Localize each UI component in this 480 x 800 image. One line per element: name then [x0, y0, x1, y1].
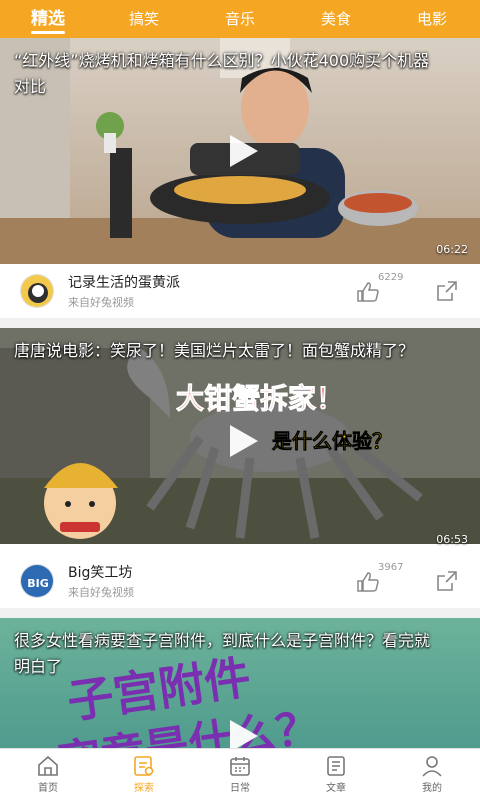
video-card: “红外线”烧烤机和烤箱有什么区别？小伙花400购买个机器对比 06:22 记录生… [0, 38, 480, 328]
author-name[interactable]: 记录生活的蛋黄派 [68, 272, 180, 292]
like-count: 6229 [378, 272, 404, 283]
video-title: “红外线”烧烤机和烤箱有什么区别？小伙花400购买个机器对比 [14, 51, 430, 96]
share-icon[interactable] [436, 570, 458, 592]
video-feed[interactable]: “红外线”烧烤机和烤箱有什么区别？小伙花400购买个机器对比 06:22 记录生… [0, 38, 480, 748]
nav-label: 首页 [38, 783, 58, 794]
thumbs-up-icon[interactable] [356, 572, 380, 592]
nav-label: 我的 [422, 783, 442, 794]
video-title: 很多女性看病要查子宫附件，到底什么是子宫附件？看完就明白了 [14, 631, 431, 676]
home-icon [38, 755, 58, 776]
top-category-bar: 精选 搞笑 音乐 美食 电影 [0, 0, 480, 38]
article-icon [327, 756, 345, 776]
source-label: 来自好兔视频 [68, 296, 134, 309]
thumbs-up-icon[interactable] [356, 282, 380, 302]
play-icon[interactable] [230, 135, 258, 167]
video-thumbnail[interactable]: “红外线”烧烤机和烤箱有什么区别？小伙花400购买个机器对比 06:22 [0, 38, 480, 264]
video-duration: 06:53 [436, 533, 468, 546]
nav-profile[interactable]: 我的 [384, 749, 480, 800]
thumbnail-headline: 大钳蟹拆家！ 是什么体验？ [176, 382, 392, 454]
video-meta-row: BIG Big笑工坊 来自好兔视频 3967 [0, 554, 480, 618]
nav-home[interactable]: 首页 [0, 749, 96, 800]
like-count: 3967 [378, 562, 404, 573]
avatar[interactable] [20, 274, 54, 308]
tab-funny[interactable]: 搞笑 [96, 0, 192, 38]
profile-icon [422, 756, 442, 777]
bottom-navigation: 首页 探索 日常 文章 我的 [0, 748, 480, 800]
calendar-icon [230, 757, 250, 776]
tab-music[interactable]: 音乐 [192, 0, 288, 38]
play-icon[interactable] [230, 720, 258, 748]
share-icon[interactable] [436, 280, 458, 302]
tab-food[interactable]: 美食 [288, 0, 384, 38]
video-card: 子宫附件 究竟是什么？ 很多女性看病要查子宫附件，到底什么是子宫附件？看完就明白… [0, 618, 480, 748]
video-duration: 06:22 [436, 243, 468, 256]
video-thumbnail[interactable]: 大钳蟹拆家！ 是什么体验？ 唐唐说电影：笑尿了！美国烂片太雷了！面包蟹成精了？ … [0, 328, 480, 554]
nav-daily[interactable]: 日常 [192, 749, 288, 800]
video-card: 大钳蟹拆家！ 是什么体验？ 唐唐说电影：笑尿了！美国烂片太雷了！面包蟹成精了？ … [0, 328, 480, 618]
nav-explore[interactable]: 探索 [96, 749, 192, 800]
explore-icon [134, 756, 154, 776]
nav-article[interactable]: 文章 [288, 749, 384, 800]
nav-label: 探索 [134, 783, 154, 794]
svg-text:BIG: BIG [27, 577, 49, 590]
avatar[interactable]: BIG [20, 564, 54, 598]
tab-featured[interactable]: 精选 [0, 0, 96, 38]
nav-label: 文章 [326, 783, 346, 794]
author-name[interactable]: Big笑工坊 [68, 562, 132, 582]
play-icon[interactable] [230, 425, 258, 457]
source-label: 来自好兔视频 [68, 586, 134, 599]
video-title: 唐唐说电影：笑尿了！美国烂片太雷了！面包蟹成精了？ [14, 341, 415, 360]
tab-movie[interactable]: 电影 [384, 0, 480, 38]
svg-text:是什么体验？: 是什么体验？ [271, 429, 392, 453]
nav-label: 日常 [230, 783, 250, 794]
svg-text:大钳蟹拆家！: 大钳蟹拆家！ [176, 382, 344, 415]
video-meta-row: 记录生活的蛋黄派 来自好兔视频 6229 [0, 264, 480, 328]
video-thumbnail[interactable]: 子宫附件 究竟是什么？ 很多女性看病要查子宫附件，到底什么是子宫附件？看完就明白… [0, 618, 480, 748]
